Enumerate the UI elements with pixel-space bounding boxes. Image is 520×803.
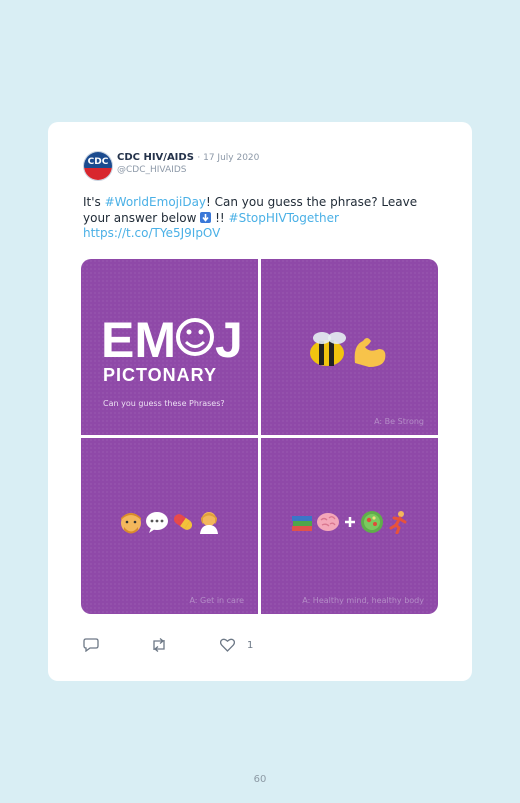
display-name[interactable]: CDC HIV/AIDS · 17 July 2020 bbox=[117, 152, 259, 163]
answer-get-in-care: A: Get in care bbox=[189, 596, 244, 605]
hashtag-world-emoji-day[interactable]: #WorldEmojiDay bbox=[105, 195, 206, 209]
media-tile-healthy-mind[interactable]: A: Healthy mind, healthy body bbox=[261, 438, 438, 614]
tweet-actions: 1 bbox=[83, 638, 383, 654]
plus-icon bbox=[344, 517, 355, 527]
page-number: 60 bbox=[253, 774, 267, 785]
media-tile-get-in-care[interactable]: A: Get in care bbox=[81, 438, 258, 614]
question-text: Can you guess these Phrases? bbox=[103, 399, 225, 408]
tweet-link[interactable]: https://t.co/TYe5J9IpOV bbox=[83, 226, 220, 240]
brain-icon bbox=[316, 513, 339, 531]
svg-text:CDC: CDC bbox=[88, 157, 109, 167]
health-worker-icon bbox=[199, 512, 218, 534]
runner-icon bbox=[389, 511, 406, 534]
tweet-card: CDC CDC HIV/AIDS · 17 July 2020 @CDC_HIV… bbox=[48, 122, 472, 681]
answer-healthy-mind: A: Healthy mind, healthy body bbox=[302, 596, 424, 605]
emoji-row-healthy-mind bbox=[261, 510, 438, 534]
like-count: 1 bbox=[247, 639, 254, 651]
media-tile-be-strong[interactable]: A: Be Strong bbox=[261, 259, 438, 435]
books-icon bbox=[291, 516, 312, 531]
emoji-row-get-in-care bbox=[81, 510, 258, 534]
tweet-text: It's #WorldEmojiDay! Can you guess the p… bbox=[83, 195, 433, 242]
hashtag-stop-hiv-together[interactable]: #StopHIVTogether bbox=[229, 211, 339, 225]
flexed-biceps-icon bbox=[354, 338, 386, 367]
svg-text:JI: JI bbox=[215, 312, 241, 365]
reply-icon bbox=[83, 638, 99, 652]
tweet-text-part3: !! bbox=[211, 210, 229, 225]
down-arrow-icon bbox=[200, 211, 212, 223]
retweet-icon bbox=[153, 638, 165, 652]
media-grid[interactable]: EM JI PICTONARY Can you guess these Phra… bbox=[81, 259, 438, 615]
display-name-text[interactable]: CDC HIV/AIDS bbox=[117, 152, 194, 163]
reply-button[interactable] bbox=[83, 638, 99, 652]
media-tile-emoji-pictonary[interactable]: EM JI PICTONARY Can you guess these Phra… bbox=[81, 259, 258, 435]
speech-bubble-icon bbox=[145, 512, 168, 533]
tweet-text-part1: It's bbox=[83, 195, 105, 209]
heart-icon bbox=[220, 638, 235, 652]
emoji-title-logo: EM JI bbox=[101, 312, 241, 365]
like-button[interactable]: 1 bbox=[220, 638, 253, 652]
user-handle[interactable]: @CDC_HIVAIDS bbox=[117, 165, 186, 175]
retweet-button[interactable] bbox=[150, 638, 168, 652]
tweet-date: · 17 July 2020 bbox=[197, 153, 260, 163]
salad-icon bbox=[360, 511, 383, 533]
pictonary-title: PICTONARY bbox=[103, 365, 218, 385]
avatar[interactable]: CDC bbox=[83, 151, 113, 181]
man-face-icon bbox=[120, 513, 141, 534]
svg-text:EM: EM bbox=[101, 312, 176, 365]
answer-be-strong: A: Be Strong bbox=[374, 417, 424, 426]
pill-icon bbox=[173, 514, 192, 530]
